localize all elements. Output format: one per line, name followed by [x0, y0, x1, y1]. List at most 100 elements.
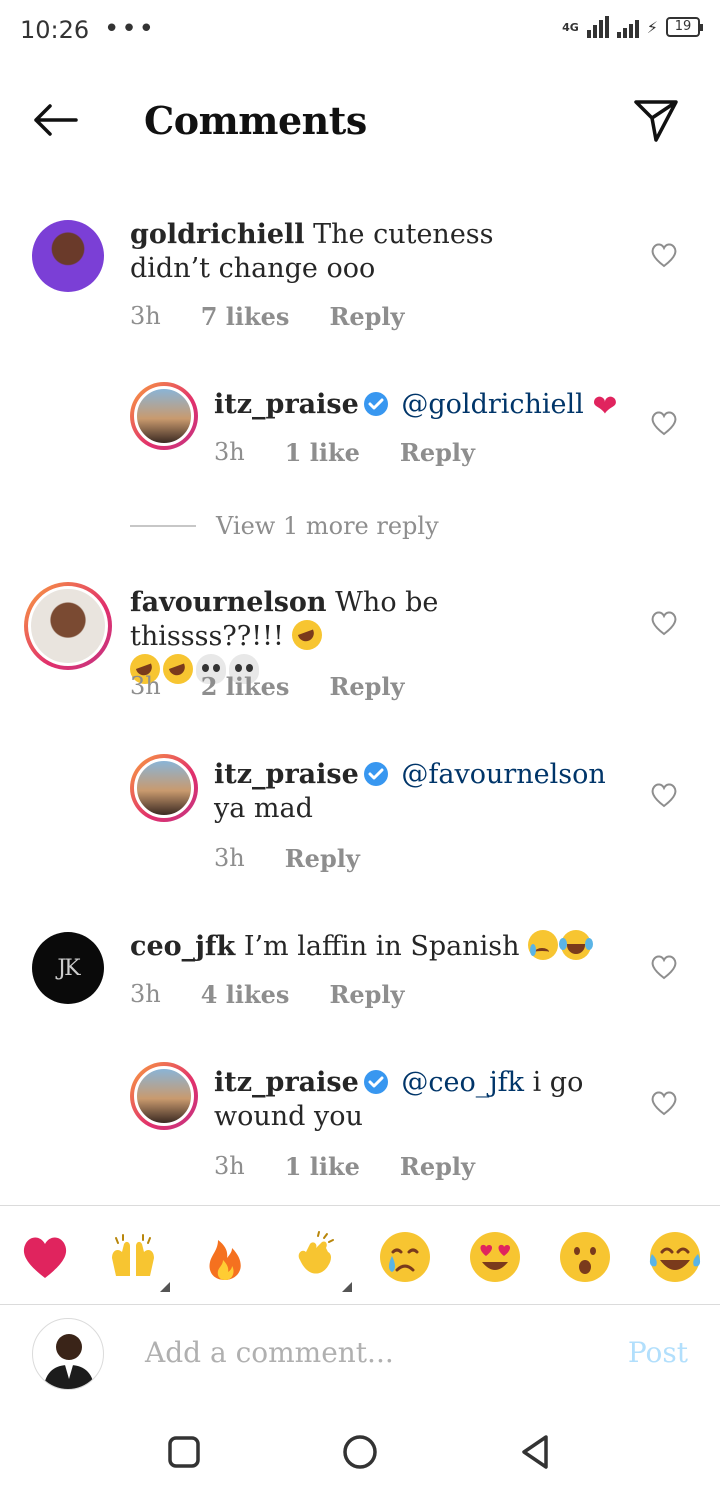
comment-text: I’m laffin in Spanish — [243, 931, 520, 962]
page-title: Comments — [144, 98, 367, 143]
red-heart-emoji: ❤ — [592, 389, 618, 424]
comment-likes[interactable]: 2 likes — [201, 672, 290, 701]
fire-icon[interactable] — [198, 1230, 252, 1284]
heart-outline-icon[interactable] — [650, 410, 678, 436]
recent-apps-icon[interactable] — [164, 1432, 204, 1472]
comment-time: 3h — [214, 1152, 245, 1180]
verified-badge-icon — [363, 392, 388, 416]
comment-username[interactable]: itz_praise — [214, 759, 359, 790]
heart-outline-icon[interactable] — [650, 610, 678, 636]
reply-button[interactable]: Reply — [329, 302, 404, 331]
comment-username[interactable]: itz_praise — [214, 1067, 359, 1098]
comment-time: 3h — [130, 672, 161, 700]
comment-likes[interactable]: 7 likes — [201, 302, 290, 331]
signal-icon-2 — [616, 16, 639, 38]
comment-meta: 3h 1 like Reply — [214, 438, 475, 467]
crying-face-icon[interactable] — [378, 1230, 432, 1284]
tears-of-joy-face-icon[interactable] — [648, 1230, 702, 1284]
avatar[interactable] — [130, 754, 198, 822]
avatar[interactable] — [130, 382, 198, 450]
comment-mention[interactable]: @goldrichiell — [401, 389, 583, 420]
verified-badge-icon — [363, 1070, 388, 1094]
comment-composer: Add a comment... Post — [0, 1306, 720, 1406]
reply-button[interactable]: Reply — [329, 980, 404, 1009]
comment-body: ceo_jfk I’m laffin in Spanish — [130, 930, 600, 964]
signal-icon — [586, 16, 609, 38]
comment-meta: 3h 4 likes Reply — [130, 980, 405, 1009]
comment-time: 3h — [214, 438, 245, 466]
comment-meta: 3h 1 like Reply — [214, 1152, 475, 1181]
jfk-logo: JK — [57, 955, 80, 981]
comment-time: 3h — [214, 844, 245, 872]
raised-hands-icon[interactable] — [106, 1230, 160, 1284]
comment-body: itz_praise @favournelson ya mad — [214, 758, 634, 826]
comment-meta: 3h Reply — [214, 844, 360, 873]
avatar[interactable] — [32, 220, 104, 292]
heart-eyes-face-icon[interactable] — [468, 1230, 522, 1284]
heart-outline-icon[interactable] — [650, 782, 678, 808]
divider — [130, 525, 196, 527]
comment-mention[interactable]: @ceo_jfk — [401, 1067, 524, 1098]
my-avatar — [32, 1318, 104, 1390]
heart-outline-icon[interactable] — [650, 242, 678, 268]
rofl-emoji — [292, 620, 323, 650]
system-nav-bar — [0, 1410, 720, 1500]
comment-body: goldrichiell The cuteness didn’t change … — [130, 218, 570, 286]
back-icon[interactable] — [516, 1432, 556, 1472]
comment-time: 3h — [130, 980, 161, 1008]
comment-username[interactable]: itz_praise — [214, 389, 359, 420]
status-indicators: 4G ⚡ 19 — [562, 16, 703, 38]
emoji-quick-bar — [0, 1205, 720, 1305]
reply-item: itz_praise @goldrichiell ❤ 3h 1 like Rep… — [0, 382, 720, 482]
comment-body: itz_praise @ceo_jfk i go wound you — [214, 1066, 634, 1134]
comment-likes[interactable]: 4 likes — [201, 980, 290, 1009]
comment-meta: 3h 7 likes Reply — [130, 302, 405, 331]
charging-icon: ⚡ — [646, 17, 658, 37]
reply-item: itz_praise @ceo_jfk i go wound you 3h 1 … — [0, 1062, 720, 1192]
status-time: 10:26 — [20, 16, 90, 44]
clapping-hands-icon[interactable] — [288, 1230, 342, 1284]
comment-mention[interactable]: @favournelson — [401, 759, 605, 790]
comment-likes[interactable]: 1 like — [285, 1152, 360, 1181]
comment-text: ya mad — [214, 793, 313, 824]
user-photo-icon — [43, 1334, 95, 1389]
header: Comments — [0, 64, 720, 184]
status-bar: 10:26 ••• 4G ⚡ 19 — [0, 0, 720, 64]
verified-badge-icon — [363, 762, 388, 786]
comment-body: itz_praise @goldrichiell ❤ — [214, 388, 634, 424]
view-more-label: View 1 more reply — [216, 512, 439, 540]
paper-plane-icon[interactable] — [630, 96, 682, 144]
comment-input[interactable]: Add a comment... — [145, 1336, 394, 1369]
comment-item: favournelson Who be thissss??!!! 3h 2 li… — [0, 582, 720, 712]
reply-button[interactable]: Reply — [400, 438, 475, 467]
reply-button[interactable]: Reply — [285, 844, 360, 873]
tears-of-joy-emoji — [559, 930, 592, 960]
comment-time: 3h — [130, 302, 161, 330]
heart-outline-icon[interactable] — [650, 954, 678, 980]
network-type: 4G — [562, 20, 579, 34]
comment-meta: 3h 2 likes Reply — [130, 672, 405, 701]
status-dots: ••• — [104, 14, 157, 44]
crying-emoji — [528, 930, 559, 960]
avatar[interactable] — [130, 1062, 198, 1130]
surprised-face-icon[interactable] — [558, 1230, 612, 1284]
reply-item: itz_praise @favournelson ya mad 3h Reply — [0, 754, 720, 874]
red-heart-icon[interactable] — [18, 1230, 72, 1284]
heart-outline-icon[interactable] — [650, 1090, 678, 1116]
avatar[interactable] — [24, 582, 112, 670]
view-more-replies[interactable]: View 1 more reply — [130, 512, 439, 540]
comment-likes[interactable]: 1 like — [285, 438, 360, 467]
avatar[interactable]: JK — [32, 932, 104, 1004]
comment-username[interactable]: goldrichiell — [130, 219, 305, 250]
arrow-left-icon[interactable] — [28, 96, 84, 144]
expand-triangle-icon — [160, 1282, 170, 1292]
battery-icon: 19 — [666, 17, 703, 37]
comment-username[interactable]: favournelson — [130, 587, 327, 618]
post-button[interactable]: Post — [628, 1336, 688, 1369]
home-icon[interactable] — [340, 1432, 380, 1472]
expand-triangle-icon — [342, 1282, 352, 1292]
reply-button[interactable]: Reply — [329, 672, 404, 701]
comment-username[interactable]: ceo_jfk — [130, 931, 235, 962]
comment-item: JK ceo_jfk I’m laffin in Spanish 3h 4 li… — [0, 926, 720, 1026]
reply-button[interactable]: Reply — [400, 1152, 475, 1181]
